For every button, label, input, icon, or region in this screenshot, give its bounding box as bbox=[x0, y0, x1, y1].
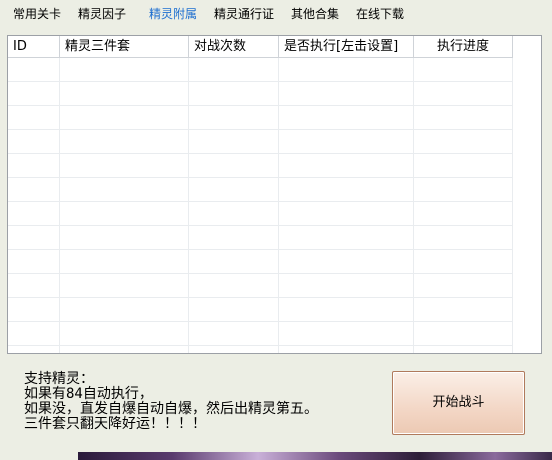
column-header-battle-count[interactable]: 对战次数 bbox=[189, 36, 279, 58]
column-header-progress[interactable]: 执行进度 bbox=[414, 36, 513, 58]
table-row[interactable] bbox=[8, 178, 513, 202]
support-line-3: 如果没，直发自爆自动自爆，然后出精灵第五。 bbox=[24, 401, 318, 417]
support-line-1: 支持精灵： bbox=[24, 371, 94, 387]
table-row[interactable] bbox=[8, 322, 513, 346]
support-line-2: 如果有84自动执行， bbox=[24, 386, 153, 402]
column-header-execute[interactable]: 是否执行[左击设置] bbox=[279, 36, 414, 58]
support-info: 支持精灵： 如果有84自动执行， 如果没，直发自爆自动自爆，然后出精灵第五。 三件套只… bbox=[24, 372, 384, 432]
tab-common-levels[interactable]: 常用关卡 bbox=[13, 5, 61, 23]
column-header-sprite-set[interactable]: 精灵三件套 bbox=[60, 36, 189, 58]
table-row[interactable] bbox=[8, 58, 513, 82]
tab-online-download[interactable]: 在线下载 bbox=[356, 5, 404, 23]
tab-other-collection[interactable]: 其他合集 bbox=[291, 5, 339, 23]
table-row[interactable] bbox=[8, 106, 513, 130]
table-row[interactable] bbox=[8, 226, 513, 250]
column-header-id[interactable]: ID bbox=[8, 36, 60, 58]
table-row[interactable] bbox=[8, 154, 513, 178]
table-row[interactable] bbox=[8, 130, 513, 154]
table-row[interactable] bbox=[8, 202, 513, 226]
table-row[interactable] bbox=[8, 298, 513, 322]
table-row[interactable] bbox=[8, 82, 513, 106]
support-line-4: 三件套只翻天降好运！！！！ bbox=[24, 416, 206, 432]
sprite-set-table[interactable]: ID 精灵三件套 对战次数 是否执行[左击设置] 执行进度 bbox=[7, 35, 542, 354]
start-battle-button[interactable]: 开始战斗 bbox=[392, 371, 525, 435]
tab-sprite-factor[interactable]: 精灵因子 bbox=[78, 5, 126, 23]
table-header: ID 精灵三件套 对战次数 是否执行[左击设置] 执行进度 bbox=[8, 36, 541, 58]
tab-sprite-pass[interactable]: 精灵通行证 bbox=[214, 5, 274, 23]
table-body bbox=[8, 58, 541, 353]
table-row[interactable] bbox=[8, 250, 513, 274]
tab-sprite-attachment[interactable]: 精灵附属 bbox=[149, 5, 197, 23]
background-artwork bbox=[78, 452, 552, 460]
table-row[interactable] bbox=[8, 274, 513, 298]
tab-bar: 常用关卡 精灵因子 精灵附属 精灵通行证 其他合集 在线下载 bbox=[0, 0, 552, 30]
